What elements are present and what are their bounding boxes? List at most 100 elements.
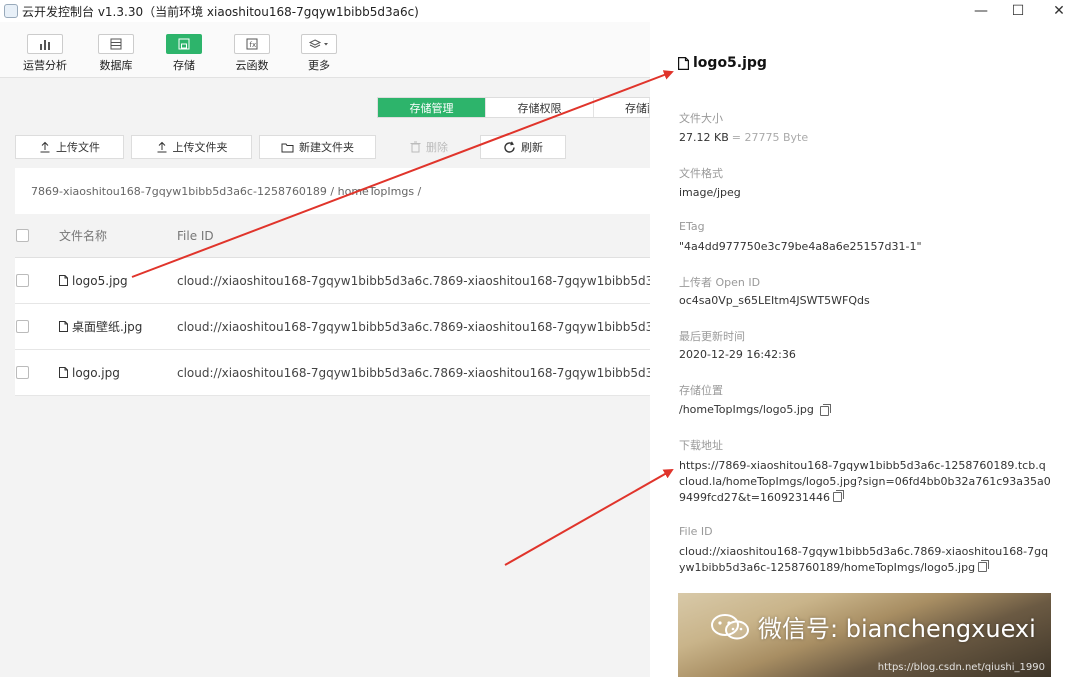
file-icon bbox=[59, 367, 68, 378]
table-row[interactable]: logo.jpg cloud://xiaoshitou168-7gqyw1bib… bbox=[15, 350, 650, 396]
fileid-label: File ID bbox=[679, 525, 713, 538]
refresh-label: 刷新 bbox=[521, 141, 543, 154]
tab-storage-permissions[interactable]: 存储权限 bbox=[486, 98, 594, 117]
toolbar-database[interactable]: 数据库 bbox=[84, 34, 148, 73]
updated-label: 最后更新时间 bbox=[679, 330, 745, 343]
upload-icon bbox=[157, 141, 166, 153]
copy-icon[interactable] bbox=[819, 403, 831, 416]
file-icon bbox=[59, 321, 68, 332]
database-icon bbox=[98, 34, 134, 54]
toolbar-storage-label: 存储 bbox=[173, 59, 195, 72]
toolbar-functions[interactable]: fx 云函数 bbox=[220, 34, 284, 73]
table-header: 文件名称 File ID bbox=[15, 214, 650, 258]
file-id-cell: cloud://xiaoshitou168-7gqyw1bibb5d3a6c.7… bbox=[177, 320, 650, 334]
toolbar-storage[interactable]: 存储 bbox=[152, 34, 216, 73]
etag-value: "4a4dd977750e3c79be4a8a6e25157d31-1" bbox=[679, 240, 922, 253]
storage-main: 存储管理 存储权限 存储配置 上传文件 上传文件夹 新建文件夹 删除 刷新 78… bbox=[0, 78, 651, 677]
toolbar-more-label: 更多 bbox=[308, 59, 330, 72]
row-checkbox[interactable] bbox=[16, 274, 29, 287]
watermark: 微信号: bianchengxuexi bbox=[710, 609, 1036, 644]
toolbar-functions-label: 云函数 bbox=[235, 59, 269, 72]
uploader-value: oc4sa0Vp_s65LEItm4JSWT5WFQds bbox=[679, 294, 870, 307]
file-table: 文件名称 File ID logo5.jpg cloud://xiaoshito… bbox=[15, 214, 650, 396]
table-row[interactable]: 桌面壁纸.jpg cloud://xiaoshitou168-7gqyw1bib… bbox=[15, 304, 650, 350]
toolbar-analytics[interactable]: 运营分析 bbox=[13, 34, 77, 73]
tab-storage-config[interactable]: 存储配置 bbox=[594, 98, 650, 117]
image-preview: 微信号: bianchengxuexi https://blog.csdn.ne… bbox=[678, 593, 1051, 677]
header-file-id: File ID bbox=[177, 228, 214, 243]
select-all-checkbox[interactable] bbox=[16, 229, 29, 242]
folder-icon bbox=[281, 143, 294, 152]
file-name-cell[interactable]: 桌面壁纸.jpg bbox=[59, 318, 142, 335]
etag-label: ETag bbox=[679, 220, 705, 233]
file-detail-panel: logo5.jpg 文件大小 27.12 KB = 27775 Byte 文件格… bbox=[650, 22, 1080, 677]
detail-file-name: logo5.jpg bbox=[693, 55, 767, 71]
file-name-cell[interactable]: logo.jpg bbox=[59, 366, 120, 380]
function-icon: fx bbox=[234, 34, 270, 54]
chart-icon bbox=[27, 34, 63, 54]
refresh-button[interactable]: 刷新 bbox=[480, 135, 566, 159]
new-folder-button[interactable]: 新建文件夹 bbox=[259, 135, 376, 159]
svg-text:fx: fx bbox=[250, 41, 257, 49]
row-checkbox[interactable] bbox=[16, 320, 29, 333]
fileid-value: cloud://xiaoshitou168-7gqyw1bibb5d3a6c.7… bbox=[679, 544, 1051, 576]
download-value: https://7869-xiaoshitou168-7gqyw1bibb5d3… bbox=[679, 458, 1051, 506]
main-toolbar: 运营分析 数据库 存储 fx 云函数 更多 bbox=[0, 22, 650, 78]
upload-icon bbox=[40, 141, 50, 153]
app-icon bbox=[4, 4, 18, 18]
size-label: 文件大小 bbox=[679, 112, 723, 125]
upload-folder-button[interactable]: 上传文件夹 bbox=[131, 135, 252, 159]
upload-file-label: 上传文件 bbox=[56, 141, 100, 154]
format-value: image/jpeg bbox=[679, 186, 741, 199]
size-bytes: = 27775 Byte bbox=[731, 131, 809, 144]
delete-label: 删除 bbox=[426, 141, 448, 154]
header-file-name: 文件名称 bbox=[59, 229, 108, 243]
size-value: 27.12 KB = 27775 Byte bbox=[679, 131, 808, 144]
download-label: 下载地址 bbox=[679, 439, 723, 452]
file-name: logo.jpg bbox=[72, 365, 120, 380]
location-value: /homeTopImgs/logo5.jpg bbox=[679, 403, 831, 416]
file-id-cell: cloud://xiaoshitou168-7gqyw1bibb5d3a6c.7… bbox=[177, 273, 650, 288]
wechat-icon bbox=[711, 613, 749, 639]
location-label: 存储位置 bbox=[679, 384, 723, 397]
file-name: logo5.jpg bbox=[72, 273, 128, 288]
copy-icon[interactable] bbox=[978, 560, 990, 572]
storage-icon bbox=[166, 34, 202, 54]
location-path: /homeTopImgs/logo5.jpg bbox=[679, 403, 814, 416]
refresh-icon bbox=[504, 140, 515, 153]
format-label: 文件格式 bbox=[679, 167, 723, 180]
new-folder-label: 新建文件夹 bbox=[299, 141, 354, 154]
window-title: 云开发控制台 v1.3.30（当前环境 xiaoshitou168-7gqyw1… bbox=[22, 4, 419, 19]
file-name-cell[interactable]: logo5.jpg bbox=[59, 274, 128, 288]
file-icon bbox=[59, 275, 68, 286]
file-name: 桌面壁纸.jpg bbox=[72, 320, 143, 334]
row-checkbox[interactable] bbox=[16, 366, 29, 379]
title-bar: 云开发控制台 v1.3.30（当前环境 xiaoshitou168-7gqyw1… bbox=[0, 0, 1080, 22]
file-icon bbox=[678, 56, 689, 70]
maximize-button[interactable]: ☐ bbox=[999, 0, 1037, 22]
delete-button[interactable]: 删除 bbox=[386, 135, 472, 159]
detail-title: logo5.jpg bbox=[678, 55, 767, 71]
layers-icon bbox=[301, 34, 337, 54]
download-url: https://7869-xiaoshitou168-7gqyw1bibb5d3… bbox=[679, 459, 1051, 504]
toolbar-database-label: 数据库 bbox=[99, 59, 133, 72]
toolbar-analytics-label: 运营分析 bbox=[23, 59, 67, 72]
watermark-text: 微信号: bianchengxuexi bbox=[758, 615, 1036, 643]
table-row[interactable]: logo5.jpg cloud://xiaoshitou168-7gqyw1bi… bbox=[15, 258, 650, 304]
fileid-text: cloud://xiaoshitou168-7gqyw1bibb5d3a6c.7… bbox=[679, 545, 1049, 574]
breadcrumb: 7869-xiaoshitou168-7gqyw1bibb5d3a6c-1258… bbox=[15, 168, 650, 214]
storage-tabs: 存储管理 存储权限 存储配置 bbox=[377, 97, 651, 118]
tab-storage-management[interactable]: 存储管理 bbox=[378, 98, 486, 117]
preview-caption: https://blog.csdn.net/qiushi_1990 bbox=[877, 662, 1045, 673]
updated-value: 2020-12-29 16:42:36 bbox=[679, 348, 796, 361]
upload-folder-label: 上传文件夹 bbox=[172, 141, 228, 154]
toolbar-more[interactable]: 更多 bbox=[287, 34, 351, 73]
uploader-label: 上传者 Open ID bbox=[679, 276, 761, 289]
upload-file-button[interactable]: 上传文件 bbox=[15, 135, 124, 159]
copy-icon[interactable] bbox=[833, 490, 844, 502]
trash-icon bbox=[410, 141, 421, 153]
size-kb: 27.12 KB bbox=[679, 131, 729, 144]
close-button[interactable]: ✕ bbox=[1040, 0, 1078, 22]
file-id-cell: cloud://xiaoshitou168-7gqyw1bibb5d3a6c.7… bbox=[177, 365, 650, 380]
minimize-button[interactable]: — bbox=[962, 0, 1000, 22]
